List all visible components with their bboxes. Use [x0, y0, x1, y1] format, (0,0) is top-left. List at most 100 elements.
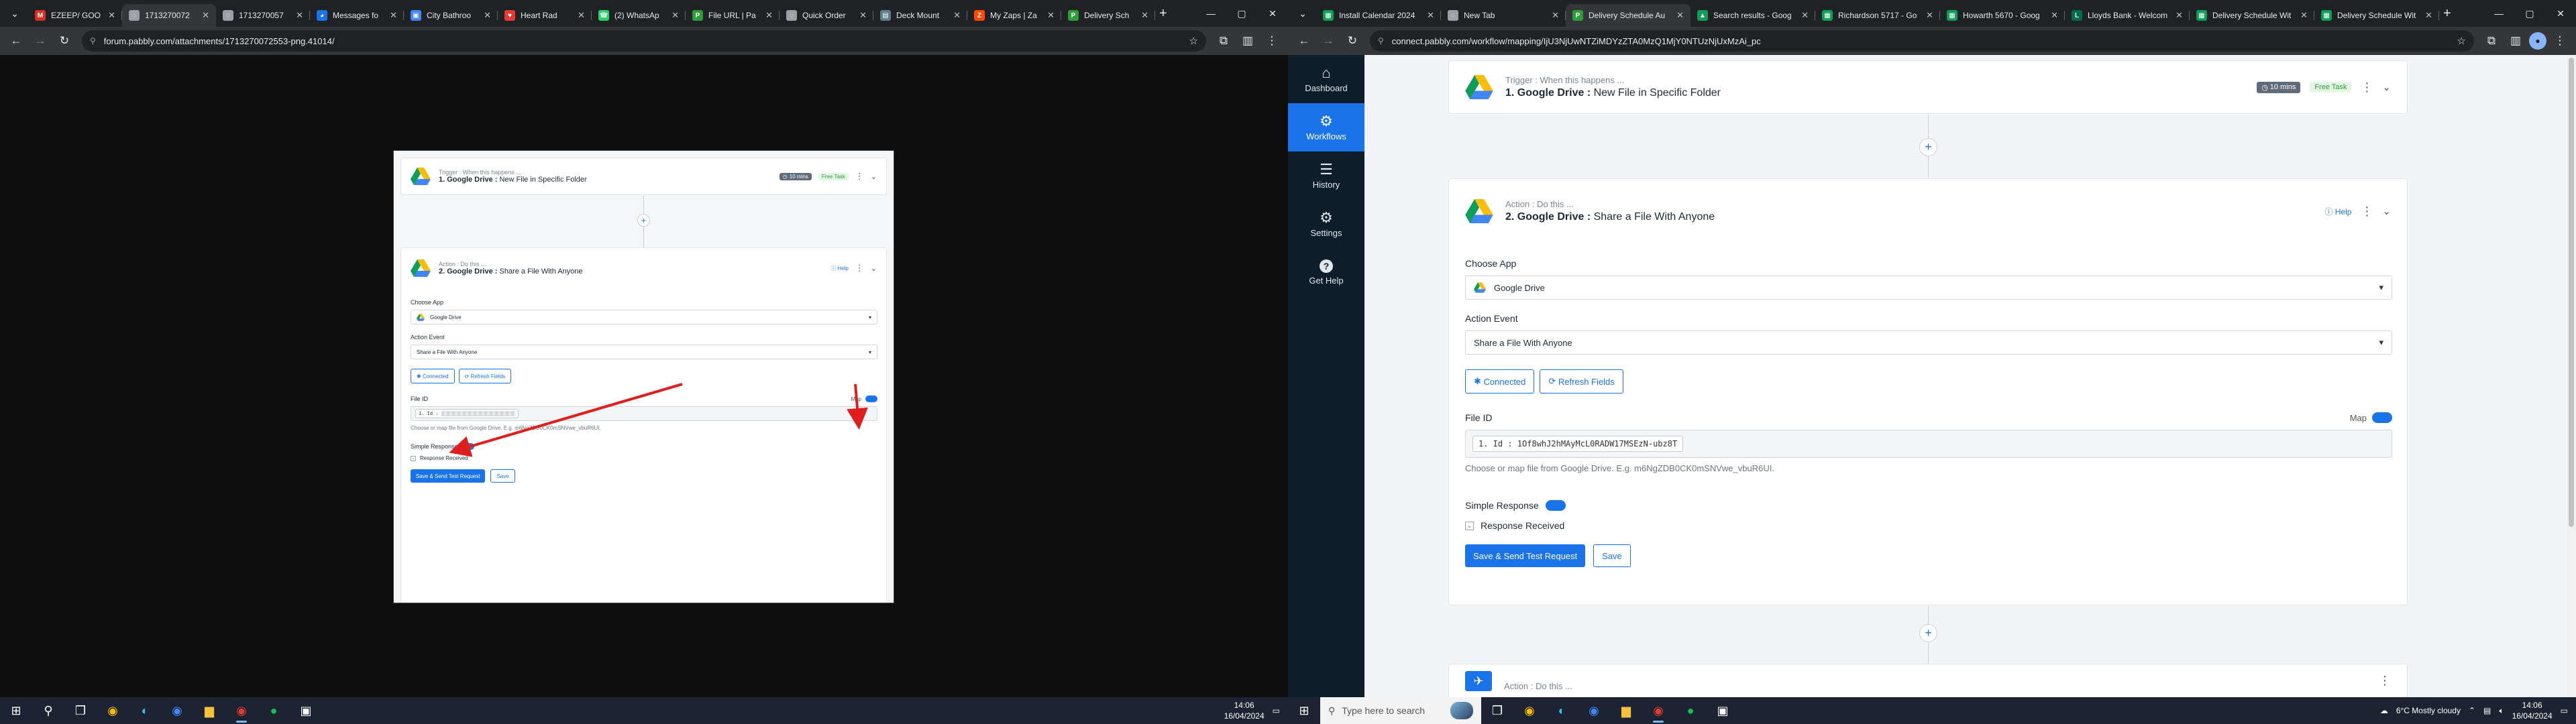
minimize-icon[interactable]: — — [1195, 0, 1226, 27]
browser-tab[interactable]: Z My Zaps | Za ✕ — [967, 4, 1061, 27]
save-button[interactable]: Save — [1593, 544, 1631, 567]
tab-close-icon[interactable]: ✕ — [108, 10, 115, 21]
tab-close-icon[interactable]: ✕ — [1801, 10, 1809, 21]
more-options-icon[interactable]: ⋮ — [2361, 80, 2373, 95]
chevron-down-icon[interactable]: ⌄ — [2382, 81, 2391, 93]
tab-close-icon[interactable]: ✕ — [1427, 10, 1434, 21]
choose-app-select[interactable]: Google Drive ▾ — [1465, 276, 2392, 300]
sidebar-icon[interactable]: ▥ — [2505, 30, 2526, 52]
file-id-pill[interactable]: 1. Id : 1Of8whJ2hMAyMcL0RADW17MSEzN-ubz8… — [1472, 436, 1684, 452]
browser-tab[interactable]: ▦ Richardson 5717 - Go ✕ — [1815, 4, 1940, 27]
chrome-active-icon[interactable]: ◉ — [225, 697, 258, 724]
browser-tab[interactable]: ◌ New Tab ✕ — [1441, 4, 1566, 27]
browser-tab[interactable]: ☎ (2) WhatsAp ✕ — [592, 4, 686, 27]
chrome-icon[interactable]: ◉ — [97, 697, 129, 724]
tab-close-icon[interactable]: ✕ — [1141, 10, 1148, 21]
sidebar-icon[interactable]: ▥ — [1237, 30, 1258, 52]
tab-close-icon[interactable]: ✕ — [765, 10, 773, 21]
close-window-icon[interactable]: ✕ — [2545, 0, 2576, 27]
tab-close-icon[interactable]: ✕ — [2300, 10, 2308, 21]
menu-icon[interactable]: ⋮ — [2549, 30, 2571, 52]
browser-tab[interactable]: ◌ 1713270057 ✕ — [216, 4, 310, 27]
extensions-icon[interactable]: ⧉ — [1213, 30, 1234, 52]
address-bar[interactable]: ⚲ forum.pabbly.com/attachments/171327007… — [82, 30, 1206, 52]
site-info-icon[interactable]: ⚲ — [90, 36, 96, 46]
browser-tab[interactable]: P Delivery Schedule Au ✕ — [1566, 4, 1690, 27]
chrome-profile-icon[interactable]: ◉ — [1578, 697, 1610, 724]
spotify-icon[interactable]: ● — [1674, 697, 1707, 724]
new-tab-button[interactable]: + — [2443, 6, 2451, 21]
browser-tab[interactable]: ◕ Messages fo ✕ — [310, 4, 404, 27]
tab-close-icon[interactable]: ✕ — [578, 10, 585, 21]
new-tab-button[interactable]: + — [1159, 6, 1167, 21]
weather-icon[interactable]: ☁ — [2380, 706, 2388, 715]
tab-close-icon[interactable]: ✕ — [390, 10, 397, 21]
maximize-icon[interactable]: ▢ — [2514, 0, 2545, 27]
notifications-icon[interactable]: ▭ — [1273, 706, 1280, 715]
back-icon[interactable]: ← — [5, 30, 27, 52]
taskbar-search-box[interactable]: ⚲ Type here to search — [1320, 697, 1481, 724]
tab-close-icon[interactable]: ✕ — [484, 10, 491, 21]
close-window-icon[interactable]: ✕ — [1257, 0, 1288, 27]
tab-close-icon[interactable]: ✕ — [1926, 10, 1933, 21]
browser-tab[interactable]: P Delivery Sch ✕ — [1061, 4, 1155, 27]
browser-tab[interactable]: ◌ Quick Order ✕ — [780, 4, 873, 27]
next-action-card[interactable]: ✈ Action : Do this ... ⋮ — [1448, 664, 2408, 697]
weather-text[interactable]: 6°C Mostly cloudy — [2396, 706, 2461, 715]
browser-tab[interactable]: ◌ 1713270072 ✕ — [122, 4, 216, 27]
maximize-icon[interactable]: ▢ — [1226, 0, 1257, 27]
browser-tab[interactable]: ♥ Heart Rad ✕ — [498, 4, 592, 27]
add-step-button[interactable]: + — [1919, 624, 1937, 642]
more-options-icon[interactable]: ⋮ — [2379, 674, 2391, 688]
clock[interactable]: 14:06 16/04/2024 — [2512, 700, 2553, 721]
tab-close-icon[interactable]: ✕ — [2176, 10, 2183, 21]
app-icon[interactable]: ▣ — [290, 697, 322, 724]
connected-button[interactable]: ✱ Connected — [1465, 369, 1535, 394]
sidebar-item-settings[interactable]: ⚙ Settings — [1288, 200, 1364, 248]
address-bar[interactable]: ⚲ connect.pabbly.com/workflow/mapping/Ij… — [1370, 30, 2474, 52]
file-id-input[interactable]: 1. Id : 1Of8whJ2hMAyMcL0RADW17MSEzN-ubz8… — [1465, 430, 2392, 458]
scrollbar-thumb[interactable] — [2569, 58, 2574, 527]
site-info-icon[interactable]: ⚲ — [1378, 36, 1384, 46]
browser-tab[interactable]: M EZEEP/ GOO ✕ — [28, 4, 122, 27]
clock[interactable]: 14:06 16/04/2024 — [1224, 700, 1265, 721]
tab-search-icon[interactable]: ⌄ — [5, 4, 24, 23]
profile-avatar[interactable]: ● — [2529, 32, 2546, 50]
forward-icon[interactable]: → — [30, 30, 51, 52]
windows-start-icon[interactable]: ⊞ — [0, 697, 32, 724]
browser-tab[interactable]: ▦ Delivery Schedule Wit ✕ — [2314, 4, 2439, 27]
tab-close-icon[interactable]: ✕ — [1552, 10, 1559, 21]
response-received-expand-icon[interactable]: ⌄ — [1465, 521, 1474, 530]
task-view-icon[interactable]: ❐ — [64, 697, 97, 724]
search-icon[interactable]: ⚲ — [32, 697, 64, 724]
action-event-select[interactable]: Share a File With Anyone ▾ — [1465, 330, 2392, 355]
windows-start-icon[interactable]: ⊞ — [1288, 697, 1320, 724]
tab-search-icon[interactable]: ⌄ — [1293, 4, 1312, 23]
tab-close-icon[interactable]: ✕ — [859, 10, 867, 21]
minimize-icon[interactable]: — — [2483, 0, 2514, 27]
browser-tab[interactable]: ▦ Delivery Schedule Wit ✕ — [2190, 4, 2314, 27]
tab-close-icon[interactable]: ✕ — [2425, 10, 2432, 21]
chrome-active-icon[interactable]: ◉ — [1642, 697, 1674, 724]
chrome-profile-icon[interactable]: ◉ — [161, 697, 193, 724]
reload-icon[interactable]: ↻ — [1342, 30, 1363, 52]
page-scrollbar[interactable] — [2567, 55, 2576, 697]
spotify-icon[interactable]: ● — [258, 697, 290, 724]
edge-icon[interactable]: ◐ — [129, 697, 161, 724]
map-toggle[interactable] — [2372, 412, 2392, 423]
browser-tab[interactable]: ▦ Install Calendar 2024 ✕ — [1316, 4, 1441, 27]
sidebar-item-dashboard[interactable]: ⌂ Dashboard — [1288, 55, 1364, 103]
reload-icon[interactable]: ↻ — [54, 30, 75, 52]
more-options-icon[interactable]: ⋮ — [2361, 204, 2373, 219]
browser-tab[interactable]: P File URL | Pa ✕ — [686, 4, 780, 27]
file-explorer-icon[interactable]: ▆ — [1610, 697, 1642, 724]
tab-close-icon[interactable]: ✕ — [672, 10, 679, 21]
file-explorer-icon[interactable]: ▆ — [193, 697, 225, 724]
back-icon[interactable]: ← — [1293, 30, 1315, 52]
extensions-icon[interactable]: ⧉ — [2481, 30, 2502, 52]
bookmark-star-icon[interactable]: ☆ — [1189, 35, 1198, 47]
tab-close-icon[interactable]: ✕ — [2051, 10, 2058, 21]
tab-close-icon[interactable]: ✕ — [1676, 10, 1684, 21]
simple-response-toggle[interactable] — [1545, 500, 1566, 511]
chrome-icon[interactable]: ◉ — [1513, 697, 1546, 724]
